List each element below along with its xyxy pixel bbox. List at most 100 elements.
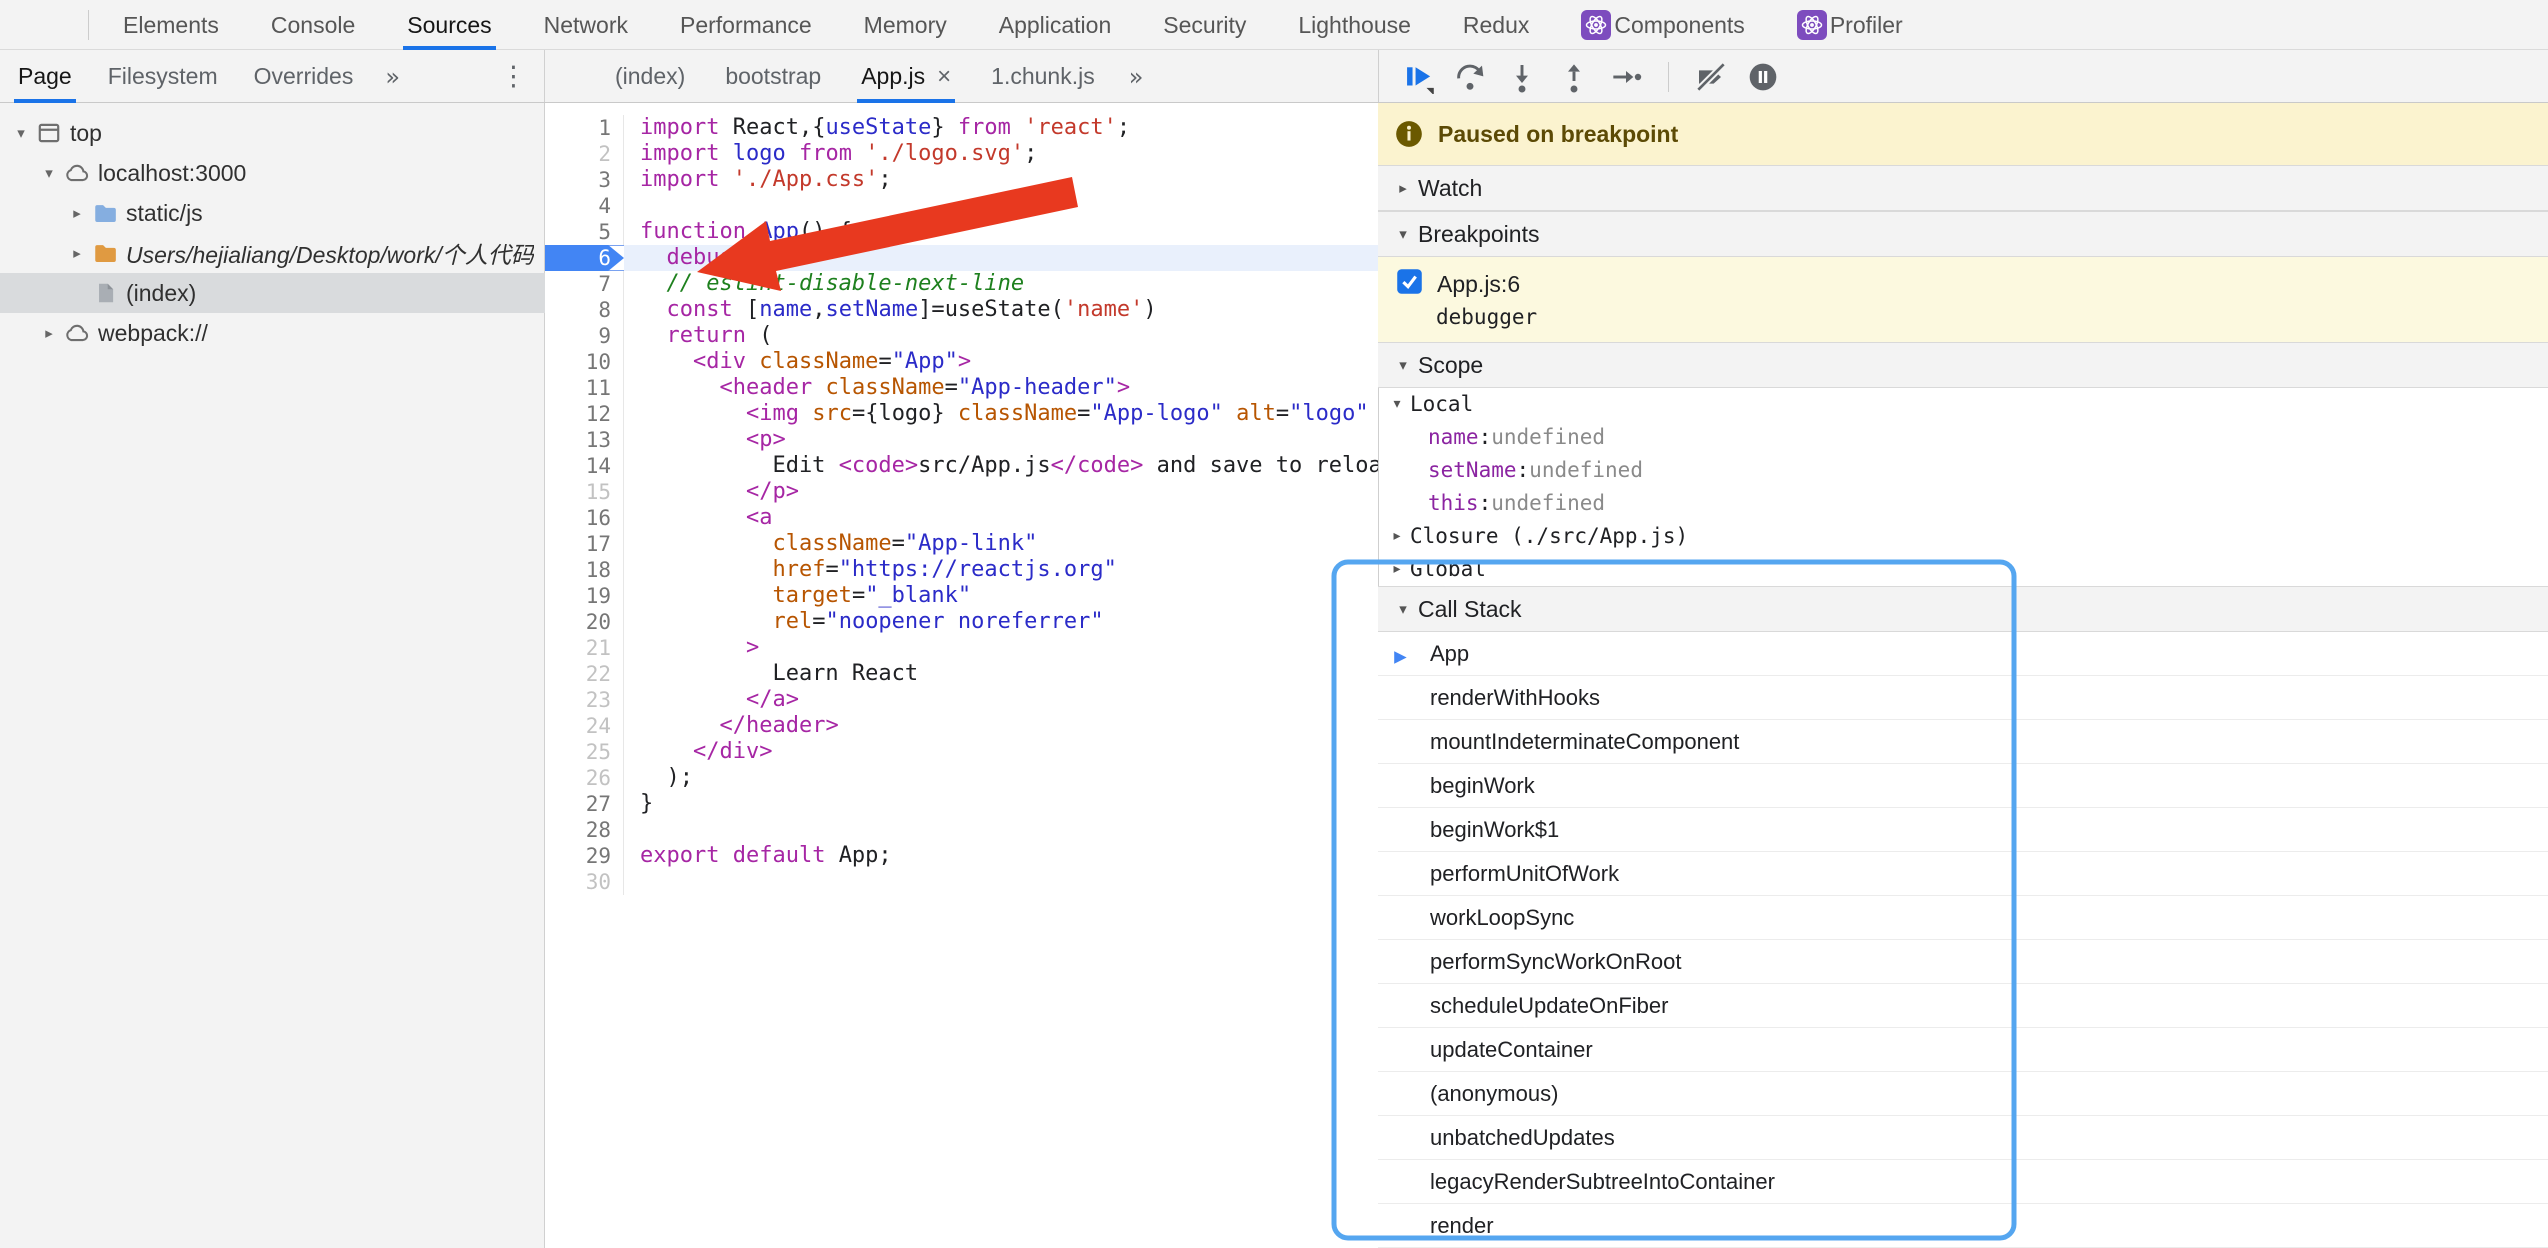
tab-profiler[interactable]: Profiler [1771, 0, 1929, 50]
sidebar-tab-overrides[interactable]: Overrides [236, 50, 372, 103]
inspect-element-icon[interactable] [0, 5, 40, 45]
line-number[interactable]: 10 [545, 349, 624, 375]
tab-redux[interactable]: Redux [1437, 0, 1555, 50]
line-number[interactable]: 24 [545, 713, 624, 739]
close-tab-icon[interactable]: × [937, 63, 951, 91]
call-stack-frame-beginwork[interactable]: beginWork [1378, 764, 2548, 808]
line-number[interactable]: 9 [545, 323, 624, 349]
execution-pointer-gutter[interactable]: 6 [545, 245, 624, 271]
expanded-triangle-icon[interactable]: ▾ [8, 124, 34, 142]
sidebar-tab-page[interactable]: Page [0, 50, 90, 103]
line-number[interactable]: 30 [545, 869, 624, 895]
call-stack-frame-performsyncworkonroot[interactable]: performSyncWorkOnRoot [1378, 940, 2548, 984]
step-button[interactable] [1608, 59, 1644, 95]
deactivate-breakpoints-button[interactable] [1693, 59, 1729, 95]
sidebar-tab-filesystem[interactable]: Filesystem [90, 50, 236, 103]
call-stack-frame-updatecontainer[interactable]: updateContainer [1378, 1028, 2548, 1072]
tab-sources[interactable]: Sources [381, 0, 517, 50]
editor-tab-app.js[interactable]: App.js× [841, 50, 971, 103]
line-number[interactable]: 20 [545, 609, 624, 635]
call-stack-section-header[interactable]: ▾ Call Stack [1378, 586, 2548, 632]
tree-item-static-js[interactable]: ▸static/js [0, 193, 545, 233]
editor-tab-(index)[interactable]: (index) [595, 50, 705, 103]
line-number[interactable]: 15 [545, 479, 624, 505]
call-stack-frame-performunitofwork[interactable]: performUnitOfWork [1378, 852, 2548, 896]
tree-item-webpack-[interactable]: ▸webpack:// [0, 313, 545, 353]
editor-more-tabs-icon[interactable]: » [1115, 63, 1158, 91]
tab-memory[interactable]: Memory [838, 0, 973, 50]
tree-item-localhost-3000[interactable]: ▾localhost:3000 [0, 153, 545, 193]
line-number[interactable]: 11 [545, 375, 624, 401]
line-number[interactable]: 29 [545, 843, 624, 869]
line-number[interactable]: 22 [545, 661, 624, 687]
scope-section-header[interactable]: ▾ Scope [1378, 342, 2548, 388]
breakpoint-checkbox[interactable] [1396, 268, 1423, 301]
sidebar-more-tabs-icon[interactable]: » [371, 63, 414, 91]
checked-checkbox-icon[interactable] [1396, 268, 1423, 295]
step-out-button[interactable] [1556, 59, 1592, 95]
scope-group-local[interactable]: ▾Local [1378, 388, 2548, 421]
line-number[interactable]: 18 [545, 557, 624, 583]
line-number[interactable]: 3 [545, 167, 624, 193]
call-stack-frame-beginwork$1[interactable]: beginWork$1 [1378, 808, 2548, 852]
tab-application[interactable]: Application [973, 0, 1138, 50]
tab-console[interactable]: Console [245, 0, 381, 50]
resume-button[interactable] [1400, 59, 1436, 95]
call-stack-frame-renderwithhooks[interactable]: renderWithHooks [1378, 676, 2548, 720]
call-stack-frame-render[interactable]: render [1378, 1204, 2548, 1248]
editor-tab-bootstrap[interactable]: bootstrap [705, 50, 841, 103]
show-debugger-sidebar-icon[interactable] [1326, 57, 1366, 97]
line-number[interactable]: 17 [545, 531, 624, 557]
device-toolbar-icon[interactable] [40, 5, 80, 45]
line-number[interactable]: 12 [545, 401, 624, 427]
collapsed-triangle-icon[interactable]: ▸ [64, 204, 90, 222]
scope-group-global[interactable]: ▸Global [1378, 553, 2548, 586]
pause-on-exceptions-button[interactable] [1745, 59, 1781, 95]
line-number[interactable]: 21 [545, 635, 624, 661]
line-number[interactable]: 19 [545, 583, 624, 609]
line-number[interactable]: 1 [545, 115, 624, 141]
call-stack-frame-workloopsync[interactable]: workLoopSync [1378, 896, 2548, 940]
watch-section-header[interactable]: ▸ Watch [1378, 165, 2548, 211]
hide-navigator-icon[interactable] [555, 57, 595, 97]
line-number[interactable]: 13 [545, 427, 624, 453]
line-number[interactable]: 14 [545, 453, 624, 479]
tab-lighthouse[interactable]: Lighthouse [1272, 0, 1437, 50]
sidebar-menu-icon[interactable]: ⋮ [500, 61, 527, 92]
tab-performance[interactable]: Performance [654, 0, 838, 50]
line-number[interactable]: 5 [545, 219, 624, 245]
call-stack-frame-unbatchedupdates[interactable]: unbatchedUpdates [1378, 1116, 2548, 1160]
tab-elements[interactable]: Elements [97, 0, 245, 50]
call-stack-frame-scheduleupdateonfiber[interactable]: scheduleUpdateOnFiber [1378, 984, 2548, 1028]
line-number[interactable]: 26 [545, 765, 624, 791]
call-stack-frame-app[interactable]: App [1378, 632, 2548, 676]
line-number[interactable]: 23 [545, 687, 624, 713]
step-over-button[interactable] [1452, 59, 1488, 95]
tab-security[interactable]: Security [1137, 0, 1272, 50]
line-number[interactable]: 28 [545, 817, 624, 843]
expanded-triangle-icon[interactable]: ▾ [36, 164, 62, 182]
breakpoint-entry[interactable]: App.js:6 debugger [1378, 257, 2548, 342]
call-stack-frame--anonymous-[interactable]: (anonymous) [1378, 1072, 2548, 1116]
line-number[interactable]: 25 [545, 739, 624, 765]
scope-group-closure[interactable]: ▸Closure (./src/App.js) [1378, 520, 2548, 553]
line-number[interactable]: 2 [545, 141, 624, 167]
line-number[interactable]: 27 [545, 791, 624, 817]
tab-components[interactable]: Components [1555, 0, 1770, 50]
tree-item-top[interactable]: ▾top [0, 113, 545, 153]
breakpoints-section-header[interactable]: ▾ Breakpoints [1378, 211, 2548, 257]
tab-network[interactable]: Network [518, 0, 654, 50]
step-into-button[interactable] [1504, 59, 1540, 95]
tree-item--index-[interactable]: (index) [0, 273, 545, 313]
line-number[interactable]: 4 [545, 193, 624, 219]
collapsed-triangle-icon[interactable]: ▸ [64, 244, 90, 262]
line-number[interactable]: 16 [545, 505, 624, 531]
code-editor[interactable]: 1import React,{useState} from 'react';2i… [545, 103, 1378, 1248]
line-number[interactable]: 8 [545, 297, 624, 323]
collapsed-triangle-icon[interactable]: ▸ [36, 324, 62, 342]
line-number[interactable]: 7 [545, 271, 624, 297]
call-stack-frame-mountindeterminatecomponent[interactable]: mountIndeterminateComponent [1378, 720, 2548, 764]
tree-item-users-hejialiang-desktop-work-[interactable]: ▸Users/hejialiang/Desktop/work/个人代码 [0, 233, 545, 273]
editor-tab-1.chunk.js[interactable]: 1.chunk.js [971, 50, 1115, 103]
call-stack-frame-legacyrendersubtreeintocontainer[interactable]: legacyRenderSubtreeIntoContainer [1378, 1160, 2548, 1204]
